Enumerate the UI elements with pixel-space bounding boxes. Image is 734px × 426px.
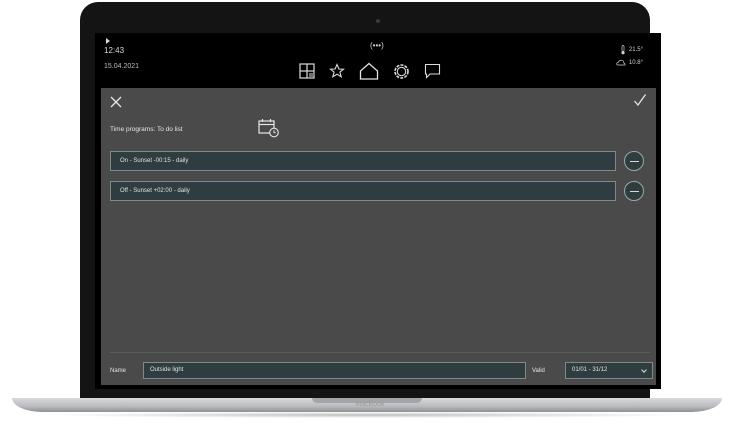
thermometer-icon [621, 45, 625, 55]
chevron-down-icon [641, 367, 647, 373]
star-icon[interactable] [329, 63, 345, 79]
brand-label: MacBook [355, 401, 385, 408]
name-input[interactable]: Outside light [143, 362, 526, 379]
valid-label: Valid [532, 368, 545, 374]
chat-icon[interactable] [424, 63, 441, 79]
main-nav [299, 62, 441, 80]
status-time: 12:43 [104, 46, 125, 55]
valid-period-select[interactable]: 01/01 - 31/12 [565, 362, 653, 379]
indoor-temperature: 21.5° [620, 45, 643, 55]
grid-list-icon[interactable] [299, 63, 315, 79]
outdoor-temperature: 10.8° [616, 59, 643, 67]
close-icon[interactable] [110, 95, 122, 113]
calendar-clock-icon[interactable] [258, 118, 280, 143]
location-arrow-icon [106, 38, 110, 44]
screen: 12:43 15.04.2021 (•••) 21.5° 10.8° Time … [95, 33, 661, 389]
divider [110, 352, 650, 353]
camera [376, 19, 380, 23]
network-indicator: (•••) [370, 41, 384, 50]
name-label: Name [110, 368, 127, 374]
valid-value: 01/01 - 31/12 [572, 367, 608, 373]
remove-program-button[interactable] [624, 181, 644, 201]
program-label: On - Sunset -00:15 - daily [120, 158, 189, 164]
gear-icon[interactable] [393, 63, 410, 80]
page-title: Time programs: To do list [110, 126, 183, 133]
time-program-editor: Time programs: To do list On - Sunset -0… [101, 88, 656, 385]
program-row-1[interactable]: On - Sunset -00:15 - daily [110, 151, 616, 171]
home-icon[interactable] [359, 62, 379, 80]
remove-program-button[interactable] [624, 151, 644, 171]
status-date: 15.04.2021 [104, 63, 140, 70]
cloud-wind-icon [616, 59, 626, 66]
laptop-shadow [40, 412, 694, 418]
name-value: Outside light [150, 367, 184, 373]
program-label: Off - Sunset +02:00 - daily [120, 188, 190, 194]
program-row-2[interactable]: Off - Sunset +02:00 - daily [110, 181, 616, 201]
confirm-check-icon[interactable] [633, 93, 647, 112]
